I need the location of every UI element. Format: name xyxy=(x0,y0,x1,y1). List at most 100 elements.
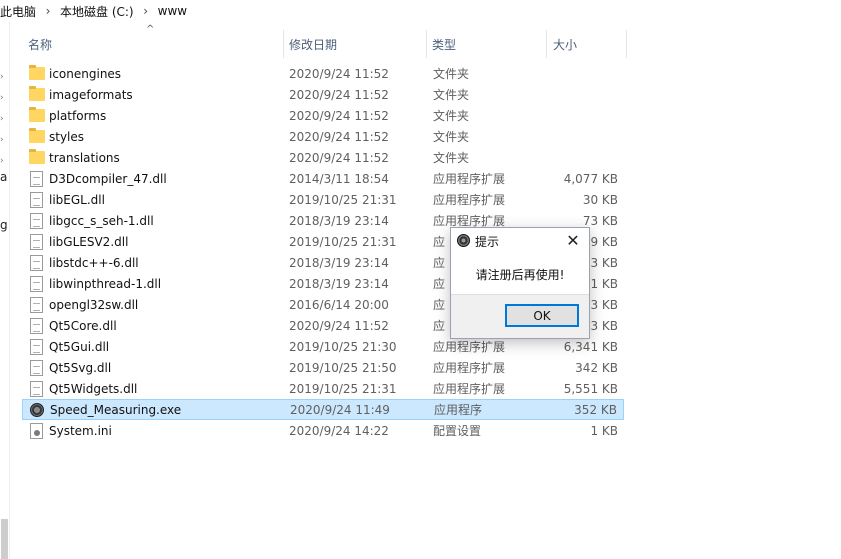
dll-file-icon xyxy=(29,318,45,334)
file-modified-date: 2019/10/25 21:50 xyxy=(289,360,397,375)
chevron-right-icon[interactable]: › xyxy=(0,156,8,166)
exe-gear-icon xyxy=(30,403,46,419)
file-row[interactable]: iconengines 2020/9/24 11:52 文件夹 xyxy=(22,63,624,84)
nav-item-partial-label[interactable]: a xyxy=(0,170,7,184)
file-type: 文件夹 xyxy=(433,109,470,123)
folder-icon xyxy=(29,107,45,124)
file-row[interactable]: styles 2020/9/24 11:52 文件夹 xyxy=(22,126,624,147)
file-name: platforms xyxy=(49,108,107,123)
dll-file-icon xyxy=(29,360,45,376)
column-header-name-label: 名称 xyxy=(28,37,53,52)
file-modified-date: 2014/3/11 18:54 xyxy=(289,171,389,186)
file-type: 应用程序扩展 xyxy=(433,172,506,186)
column-header-date-label: 修改日期 xyxy=(289,37,338,52)
message-dialog: 提示 ✕ 请注册后再使用! OK xyxy=(450,227,590,339)
column-divider[interactable] xyxy=(626,30,627,58)
file-size: 3 KB xyxy=(590,318,618,333)
column-header-date[interactable]: 修改日期 xyxy=(289,30,425,58)
column-header-size-label: 大小 xyxy=(553,37,578,52)
file-row[interactable]: libEGL.dll 2019/10/25 21:31 应用程序扩展 30 KB xyxy=(22,189,624,210)
file-type: 文件夹 xyxy=(433,67,470,81)
column-divider[interactable] xyxy=(283,30,284,58)
chevron-right-icon[interactable]: › xyxy=(0,135,8,145)
file-type: 应用程序 xyxy=(434,403,483,417)
file-name: translations xyxy=(49,150,120,165)
file-row[interactable]: imageformats 2020/9/24 11:52 文件夹 xyxy=(22,84,624,105)
breadcrumb-www[interactable]: www xyxy=(156,4,189,18)
nav-item-partial-label[interactable]: g xyxy=(0,218,8,232)
file-size: 9 KB xyxy=(590,234,618,249)
dll-file-icon xyxy=(29,276,45,292)
folder-icon xyxy=(29,128,45,145)
chevron-right-icon[interactable]: › xyxy=(0,72,8,82)
file-size: 1 KB xyxy=(590,423,618,438)
app-gear-icon xyxy=(457,234,470,247)
breadcrumb-local-disk-c[interactable]: 本地磁盘 (C:) xyxy=(58,3,136,20)
file-name: styles xyxy=(49,129,85,144)
file-modified-date: 2020/9/24 11:52 xyxy=(289,108,389,123)
file-modified-date: 2020/9/24 14:22 xyxy=(289,423,389,438)
file-size: 4,077 KB xyxy=(563,171,618,186)
file-row[interactable]: D3Dcompiler_47.dll 2014/3/11 18:54 应用程序扩展 4… xyxy=(22,168,624,189)
file-size: 5,551 KB xyxy=(563,381,618,396)
file-type: 应 xyxy=(433,319,446,333)
file-row[interactable]: platforms 2020/9/24 11:52 文件夹 xyxy=(22,105,624,126)
file-row[interactable]: translations 2020/9/24 11:52 文件夹 xyxy=(22,147,624,168)
dll-file-icon xyxy=(29,297,45,313)
file-name: imageformats xyxy=(49,87,133,102)
file-name: D3Dcompiler_47.dll xyxy=(49,171,167,186)
dialog-message: 请注册后再使用! xyxy=(475,267,565,282)
dialog-titlebar[interactable]: 提示 ✕ xyxy=(451,228,589,254)
file-size: 342 KB xyxy=(575,360,618,375)
dll-file-icon xyxy=(29,381,45,397)
column-header-type[interactable]: 类型 xyxy=(432,30,545,58)
file-modified-date: 2016/6/14 20:00 xyxy=(289,297,389,312)
file-type: 文件夹 xyxy=(433,151,470,165)
file-modified-date: 2020/9/24 11:52 xyxy=(289,87,389,102)
file-row[interactable]: Speed_Measuring.exe 2020/9/24 11:49 应用程序 35… xyxy=(22,399,624,420)
file-name: Qt5Widgets.dll xyxy=(49,381,138,396)
file-name: libstdc++-6.dll xyxy=(49,255,139,270)
file-modified-date: 2019/10/25 21:31 xyxy=(289,234,397,249)
file-type: 应用程序扩展 xyxy=(433,361,506,375)
file-row[interactable]: Qt5Svg.dll 2019/10/25 21:50 应用程序扩展 342 KB xyxy=(22,357,624,378)
folder-icon xyxy=(29,86,45,103)
column-header-size[interactable]: 大小 xyxy=(553,30,625,58)
file-type: 应用程序扩展 xyxy=(433,382,506,396)
file-size: 3 KB xyxy=(590,297,618,312)
file-row[interactable]: System.ini 2020/9/24 14:22 配置设置 1 KB xyxy=(22,420,624,441)
dll-file-icon xyxy=(29,339,45,355)
chevron-right-icon[interactable]: › xyxy=(0,114,8,124)
file-row[interactable]: Qt5Widgets.dll 2019/10/25 21:31 应用程序扩展 5,55… xyxy=(22,378,624,399)
chevron-right-icon[interactable]: › xyxy=(38,4,58,18)
chevron-right-icon[interactable]: › xyxy=(0,93,8,103)
file-type: 应 xyxy=(433,256,446,270)
file-modified-date: 2020/9/24 11:52 xyxy=(289,66,389,81)
file-name: libEGL.dll xyxy=(49,192,105,207)
file-type: 文件夹 xyxy=(433,130,470,144)
chevron-right-icon[interactable]: › xyxy=(136,4,156,18)
file-modified-date: 2020/9/24 11:52 xyxy=(289,318,389,333)
file-row[interactable]: Qt5Gui.dll 2019/10/25 21:30 应用程序扩展 6,341 KB xyxy=(22,336,624,357)
close-icon[interactable]: ✕ xyxy=(563,230,583,250)
file-type: 应 xyxy=(433,235,446,249)
nav-pane-scrollbar[interactable] xyxy=(1,519,8,559)
column-divider[interactable] xyxy=(546,30,547,58)
ok-button[interactable]: OK xyxy=(505,304,579,327)
file-name: Qt5Core.dll xyxy=(49,318,117,333)
file-modified-date: 2019/10/25 21:30 xyxy=(289,339,397,354)
dialog-body: 请注册后再使用! xyxy=(451,254,589,294)
ini-settings-icon xyxy=(29,423,45,439)
column-divider[interactable] xyxy=(426,30,427,58)
breadcrumb-this-pc[interactable]: 此电脑 xyxy=(0,3,38,20)
file-name: Qt5Svg.dll xyxy=(49,360,112,375)
file-type: 文件夹 xyxy=(433,88,470,102)
file-size: 6,341 KB xyxy=(563,339,618,354)
dll-file-icon xyxy=(29,213,45,229)
folder-icon xyxy=(29,65,45,82)
file-name: opengl32sw.dll xyxy=(49,297,139,312)
file-name: Speed_Measuring.exe xyxy=(50,402,182,417)
file-type: 应用程序扩展 xyxy=(433,340,506,354)
file-modified-date: 2020/9/24 11:52 xyxy=(289,129,389,144)
column-header-name[interactable]: 名称 xyxy=(28,30,282,58)
